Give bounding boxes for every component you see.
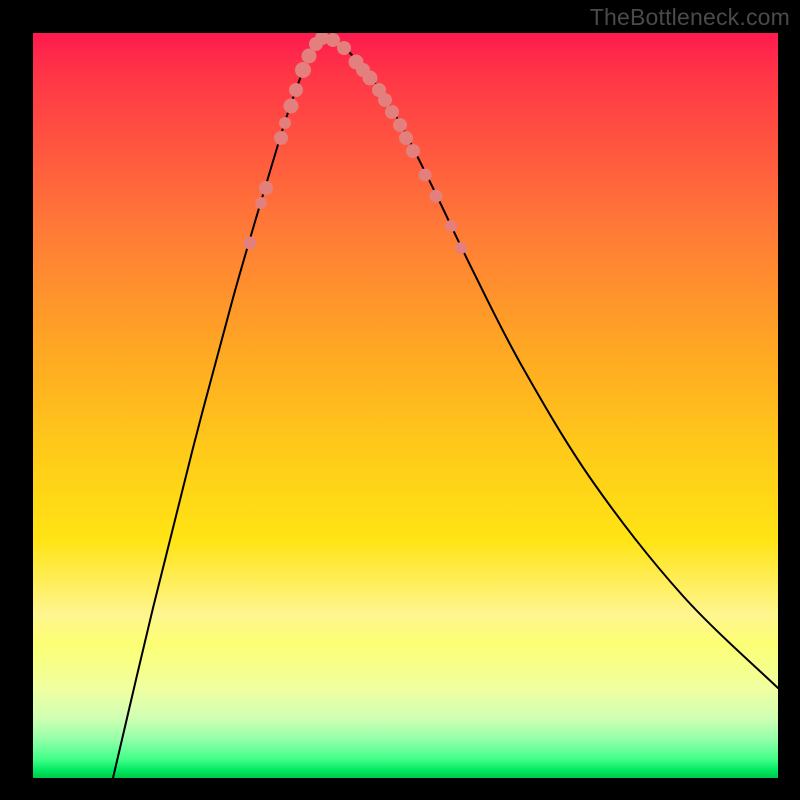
watermark-text: TheBottleneck.com [590,4,790,31]
curve-marker [406,144,420,158]
curve-markers [244,33,468,254]
curve-marker [399,131,413,145]
chart-svg [33,33,778,778]
curve-marker [289,83,303,97]
curve-marker [274,131,288,145]
curve-marker [259,181,273,195]
curve-marker [419,169,432,182]
curve-marker [430,190,443,203]
curve-marker [393,118,407,132]
curve-marker [255,197,267,209]
curve-marker [244,237,257,250]
curve-marker [455,242,467,254]
bottleneck-curve [113,38,778,778]
curve-marker [279,117,291,129]
curve-marker [378,93,392,107]
curve-marker [363,71,378,86]
curve-marker [445,220,457,232]
curve-marker [284,99,299,114]
curve-marker [295,62,311,78]
curve-marker [385,105,399,119]
plot-area [33,33,778,778]
curve-marker [337,41,351,55]
chart-frame: TheBottleneck.com [0,0,800,800]
